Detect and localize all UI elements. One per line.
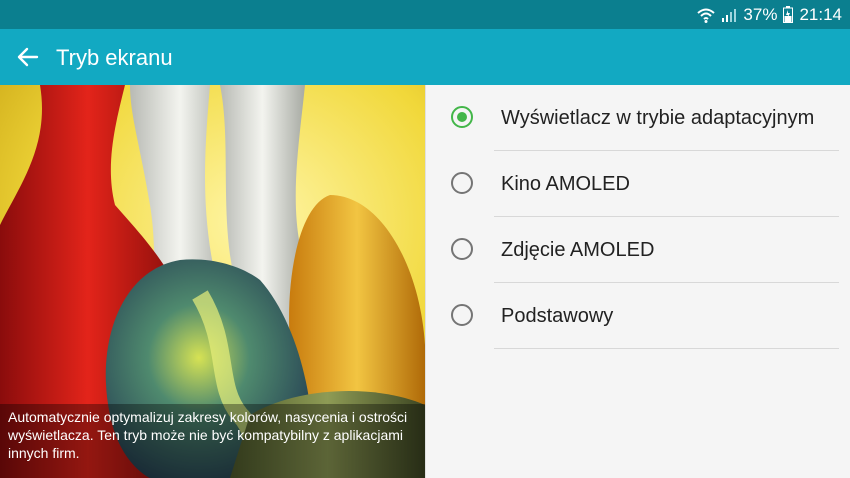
- option-adaptive[interactable]: Wyświetlacz w trybie adaptacyjnym: [426, 85, 850, 151]
- radio-button-selected[interactable]: [451, 106, 473, 128]
- option-basic[interactable]: Podstawowy: [426, 283, 850, 349]
- option-amoled-cinema[interactable]: Kino AMOLED: [426, 151, 850, 217]
- battery-icon: [783, 6, 794, 23]
- status-bar: 37% 21:14: [0, 0, 850, 29]
- option-amoled-photo[interactable]: Zdjęcie AMOLED: [426, 217, 850, 283]
- clock: 21:14: [799, 4, 842, 24]
- radio-button[interactable]: [451, 172, 473, 194]
- page-title: Tryb ekranu: [56, 45, 173, 70]
- signal-icon: [722, 8, 737, 22]
- radio-button[interactable]: [451, 304, 473, 326]
- option-label: Zdjęcie AMOLED: [501, 239, 655, 261]
- divider: [494, 348, 839, 349]
- battery-percent: 37%: [743, 4, 778, 24]
- status-indicators: 37% 21:14: [697, 0, 842, 29]
- option-label: Kino AMOLED: [501, 173, 630, 195]
- preview-image: Automatycznie optymalizuj zakresy koloró…: [0, 85, 425, 478]
- display-mode-list: Wyświetlacz w trybie adaptacyjnym Kino A…: [425, 85, 850, 478]
- mode-description: Automatycznie optymalizuj zakresy koloró…: [0, 404, 425, 478]
- radio-button[interactable]: [451, 238, 473, 260]
- app-bar: Tryb ekranu: [0, 29, 850, 85]
- wifi-icon: [697, 8, 716, 23]
- option-label: Wyświetlacz w trybie adaptacyjnym: [501, 107, 815, 129]
- back-arrow-icon[interactable]: [14, 43, 42, 71]
- option-label: Podstawowy: [501, 305, 614, 327]
